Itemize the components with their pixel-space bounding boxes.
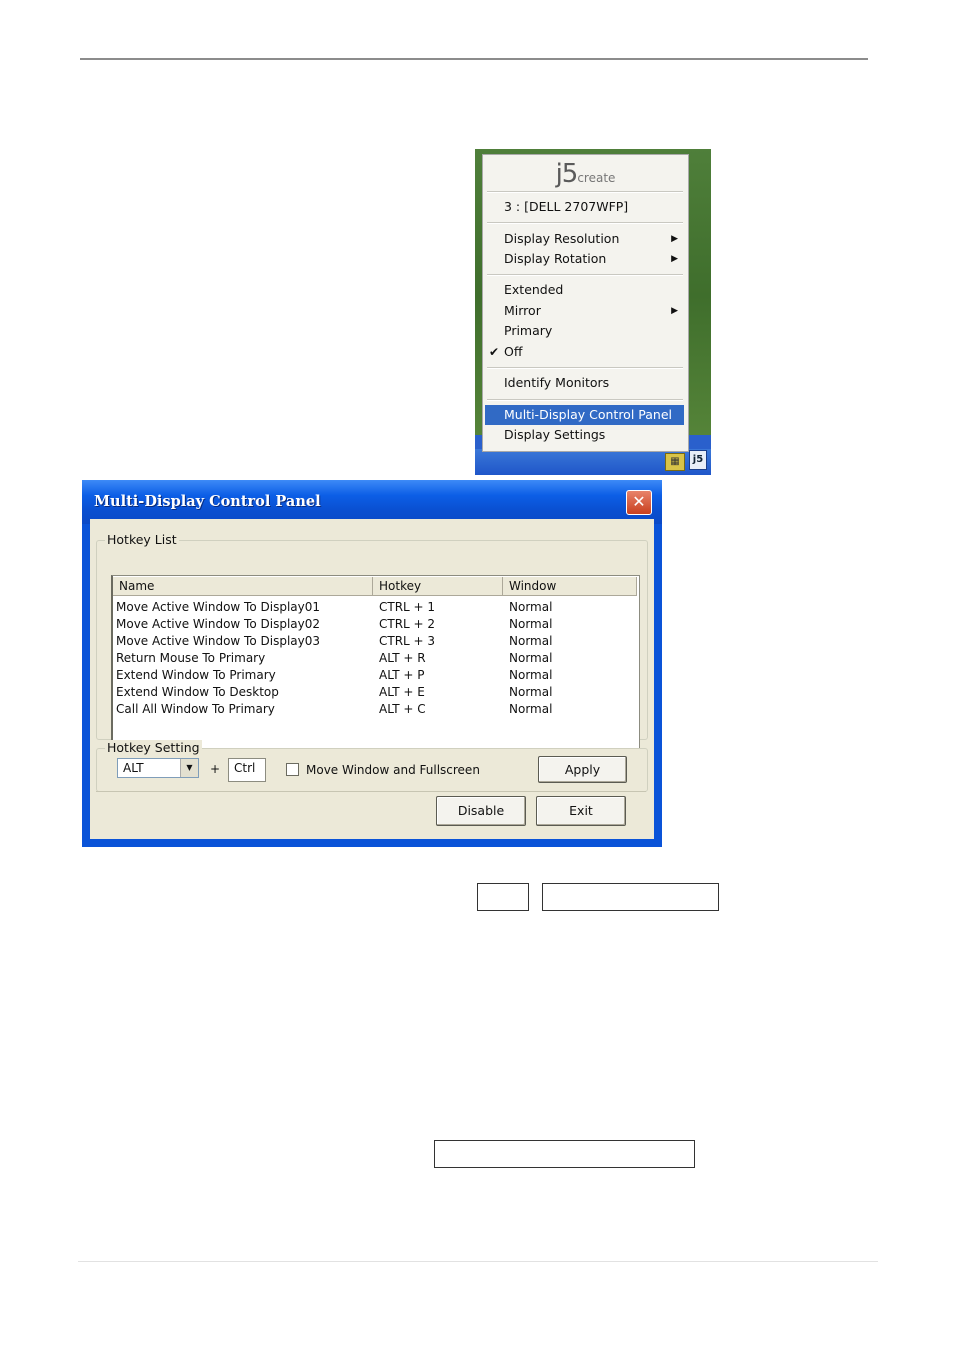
row-name: Return Mouse To Primary (116, 651, 266, 665)
dialog-body: Hotkey List Name Hotkey Window Move Acti… (90, 519, 654, 839)
key-input[interactable]: Ctrl (228, 758, 266, 782)
modifier-value: ALT (123, 761, 144, 775)
disable-button[interactable]: Disable (436, 796, 526, 826)
row-name: Call All Window To Primary (116, 702, 275, 716)
apply-button[interactable]: Apply (538, 756, 627, 783)
row-name: Move Active Window To Display03 (116, 634, 321, 648)
row-name: Extend Window To Primary (116, 668, 276, 682)
fullscreen-checkbox-label[interactable]: Move Window and Fullscreen (306, 763, 480, 777)
menu-item-display-settings[interactable]: Display Settings (504, 425, 684, 445)
checkmark-icon: ✔ (489, 345, 500, 359)
row-hotkey: CTRL + 1 (379, 600, 436, 614)
menu-separator (487, 367, 683, 369)
row-hotkey: CTRL + 2 (379, 617, 436, 631)
menu-monitor-name: 3 : [DELL 2707WFP] (504, 199, 629, 214)
table-row[interactable]: Move Active Window To Display01 CTRL + 1… (113, 599, 639, 616)
outlined-box (434, 1140, 695, 1168)
table-row[interactable]: Move Active Window To Display02 CTRL + 2… (113, 616, 639, 633)
control-panel-dialog: Multi-Display Control Panel ✕ Hotkey Lis… (82, 480, 662, 847)
row-hotkey: ALT + C (379, 702, 426, 716)
hotkey-setting-label: Hotkey Setting (105, 740, 202, 755)
row-name: Move Active Window To Display01 (116, 600, 321, 614)
column-header-window[interactable]: Window (503, 577, 637, 596)
row-window: Normal (509, 651, 553, 665)
close-icon[interactable]: ✕ (626, 490, 652, 515)
menu-item-identify-monitors[interactable]: Identify Monitors (504, 373, 684, 393)
menu-separator (487, 191, 683, 193)
table-row[interactable]: Call All Window To Primary ALT + C Norma… (113, 701, 639, 718)
menu-item-extended[interactable]: Extended (504, 280, 684, 300)
row-hotkey: ALT + R (379, 651, 426, 665)
row-hotkey: ALT + P (379, 668, 425, 682)
fullscreen-checkbox[interactable] (286, 763, 299, 776)
dialog-divider (96, 791, 646, 792)
menu-item-primary[interactable]: Primary (504, 321, 684, 341)
menu-item-mirror[interactable]: Mirror ▶ (504, 301, 684, 321)
menu-separator (487, 274, 683, 276)
submenu-arrow-icon: ▶ (671, 254, 678, 264)
column-header-hotkey[interactable]: Hotkey (373, 577, 503, 596)
hotkey-list[interactable]: Name Hotkey Window Move Active Window To… (111, 575, 640, 749)
row-hotkey: CTRL + 3 (379, 634, 436, 648)
menu-item-off[interactable]: Off (504, 342, 684, 362)
menu-item-control-panel[interactable]: Multi-Display Control Panel (485, 405, 684, 425)
context-menu: j5create 3 : [DELL 2707WFP] Display Reso… (482, 154, 689, 452)
logo-create: create (577, 171, 616, 185)
outlined-box (542, 883, 719, 911)
table-row[interactable]: Return Mouse To Primary ALT + R Normal (113, 650, 639, 667)
table-row[interactable]: Extend Window To Primary ALT + P Normal (113, 667, 639, 684)
tray-menu-screenshot: ▦ j5 j5create 3 : [DELL 2707WFP] Display… (475, 149, 711, 475)
j5create-logo: j5create (483, 159, 688, 189)
logo-j5: j5 (555, 159, 579, 189)
column-header-name[interactable]: Name (113, 577, 373, 596)
menu-item-display-resolution[interactable]: Display Resolution ▶ (504, 229, 684, 249)
tray-network-icon[interactable]: ▦ (665, 453, 685, 471)
chevron-down-icon[interactable]: ▼ (180, 759, 198, 777)
header-rule (80, 58, 868, 60)
row-window: Normal (509, 634, 553, 648)
key-value: Ctrl (234, 761, 256, 775)
menu-separator (487, 399, 683, 401)
exit-button[interactable]: Exit (536, 796, 626, 826)
row-window: Normal (509, 702, 553, 716)
tray-j5-icon[interactable]: j5 (689, 450, 707, 470)
row-window: Normal (509, 600, 553, 614)
footer-rule (78, 1261, 878, 1262)
table-row[interactable]: Move Active Window To Display03 CTRL + 3… (113, 633, 639, 650)
row-window: Normal (509, 617, 553, 631)
row-hotkey: ALT + E (379, 685, 425, 699)
hotkey-list-group: Hotkey List Name Hotkey Window Move Acti… (96, 532, 648, 749)
row-window: Normal (509, 668, 553, 682)
submenu-arrow-icon: ▶ (671, 234, 678, 244)
hotkey-list-label: Hotkey List (105, 532, 179, 547)
row-window: Normal (509, 685, 553, 699)
table-row[interactable]: Extend Window To Desktop ALT + E Normal (113, 684, 639, 701)
row-name: Move Active Window To Display02 (116, 617, 321, 631)
modifier-select[interactable]: ALT ▼ (117, 758, 199, 778)
menu-item-display-rotation[interactable]: Display Rotation ▶ (504, 249, 684, 269)
submenu-arrow-icon: ▶ (671, 306, 678, 316)
dialog-title: Multi-Display Control Panel (94, 493, 321, 510)
plus-label: + (210, 762, 221, 776)
menu-separator (487, 222, 683, 224)
outlined-box (477, 883, 529, 911)
row-name: Extend Window To Desktop (116, 685, 279, 699)
